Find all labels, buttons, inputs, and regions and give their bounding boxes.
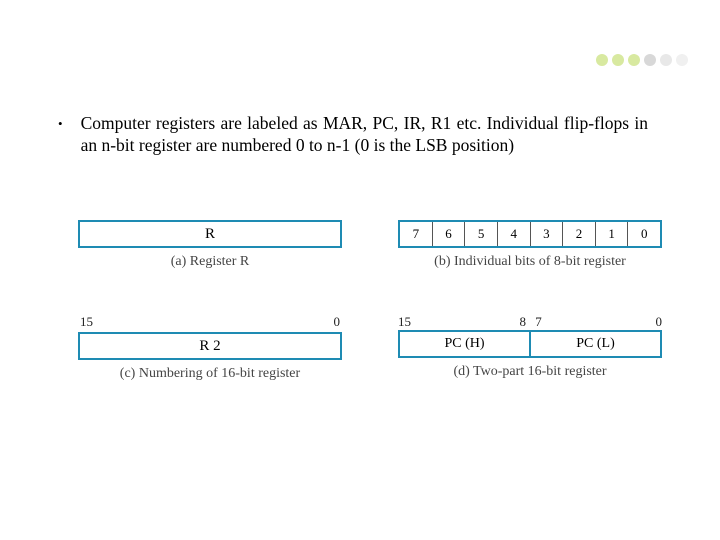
pc-low: PC (L) (531, 332, 660, 356)
caption-a: (a) Register R (78, 254, 342, 270)
figure-a: R (a) Register R (78, 206, 342, 270)
dot-icon (660, 54, 672, 66)
bit-index-high: 15 (80, 314, 93, 330)
figure-d: 15 8 7 0 PC (H) PC (L) (d) Two-part 16-b… (398, 314, 662, 382)
dot-icon (628, 54, 640, 66)
dot-icon (596, 54, 608, 66)
bullet-item: • Computer registers are labeled as MAR,… (58, 112, 648, 156)
bit-cell: 5 (465, 222, 498, 246)
bit-index-7: 7 (535, 314, 542, 330)
caption-c: (c) Numbering of 16-bit register (78, 366, 342, 382)
bit-cell: 2 (563, 222, 596, 246)
bit-cell: 7 (400, 222, 433, 246)
bit-cell: 1 (596, 222, 629, 246)
dot-icon (676, 54, 688, 66)
bit-index-8: 8 (519, 314, 526, 330)
bit-index-low: 0 (334, 314, 341, 330)
bit-cell: 6 (433, 222, 466, 246)
bit-index-15: 15 (398, 314, 411, 330)
caption-b: (b) Individual bits of 8-bit register (398, 254, 662, 270)
twopart-register: PC (H) PC (L) (398, 330, 662, 358)
figure-grid: R (a) Register R 7 6 5 4 3 2 1 0 (b) Ind… (78, 206, 662, 382)
corner-decoration (596, 54, 688, 66)
bullet-text: Computer registers are labeled as MAR, P… (81, 112, 648, 156)
figure-b: 7 6 5 4 3 2 1 0 (b) Individual bits of 8… (398, 206, 662, 270)
bit-cell: 3 (531, 222, 564, 246)
bits-box: 7 6 5 4 3 2 1 0 (398, 220, 662, 248)
bit-cell: 0 (628, 222, 660, 246)
figure-c: 15 0 R 2 (c) Numbering of 16-bit registe… (78, 314, 342, 382)
bullet-marker: • (58, 112, 63, 156)
caption-d: (d) Two-part 16-bit register (398, 364, 662, 380)
pc-high: PC (H) (400, 332, 531, 356)
bit-cell: 4 (498, 222, 531, 246)
dot-icon (612, 54, 624, 66)
register-box-r2: R 2 (78, 332, 342, 360)
bit-index-0: 0 (656, 314, 663, 330)
dot-icon (644, 54, 656, 66)
register-box-r: R (78, 220, 342, 248)
